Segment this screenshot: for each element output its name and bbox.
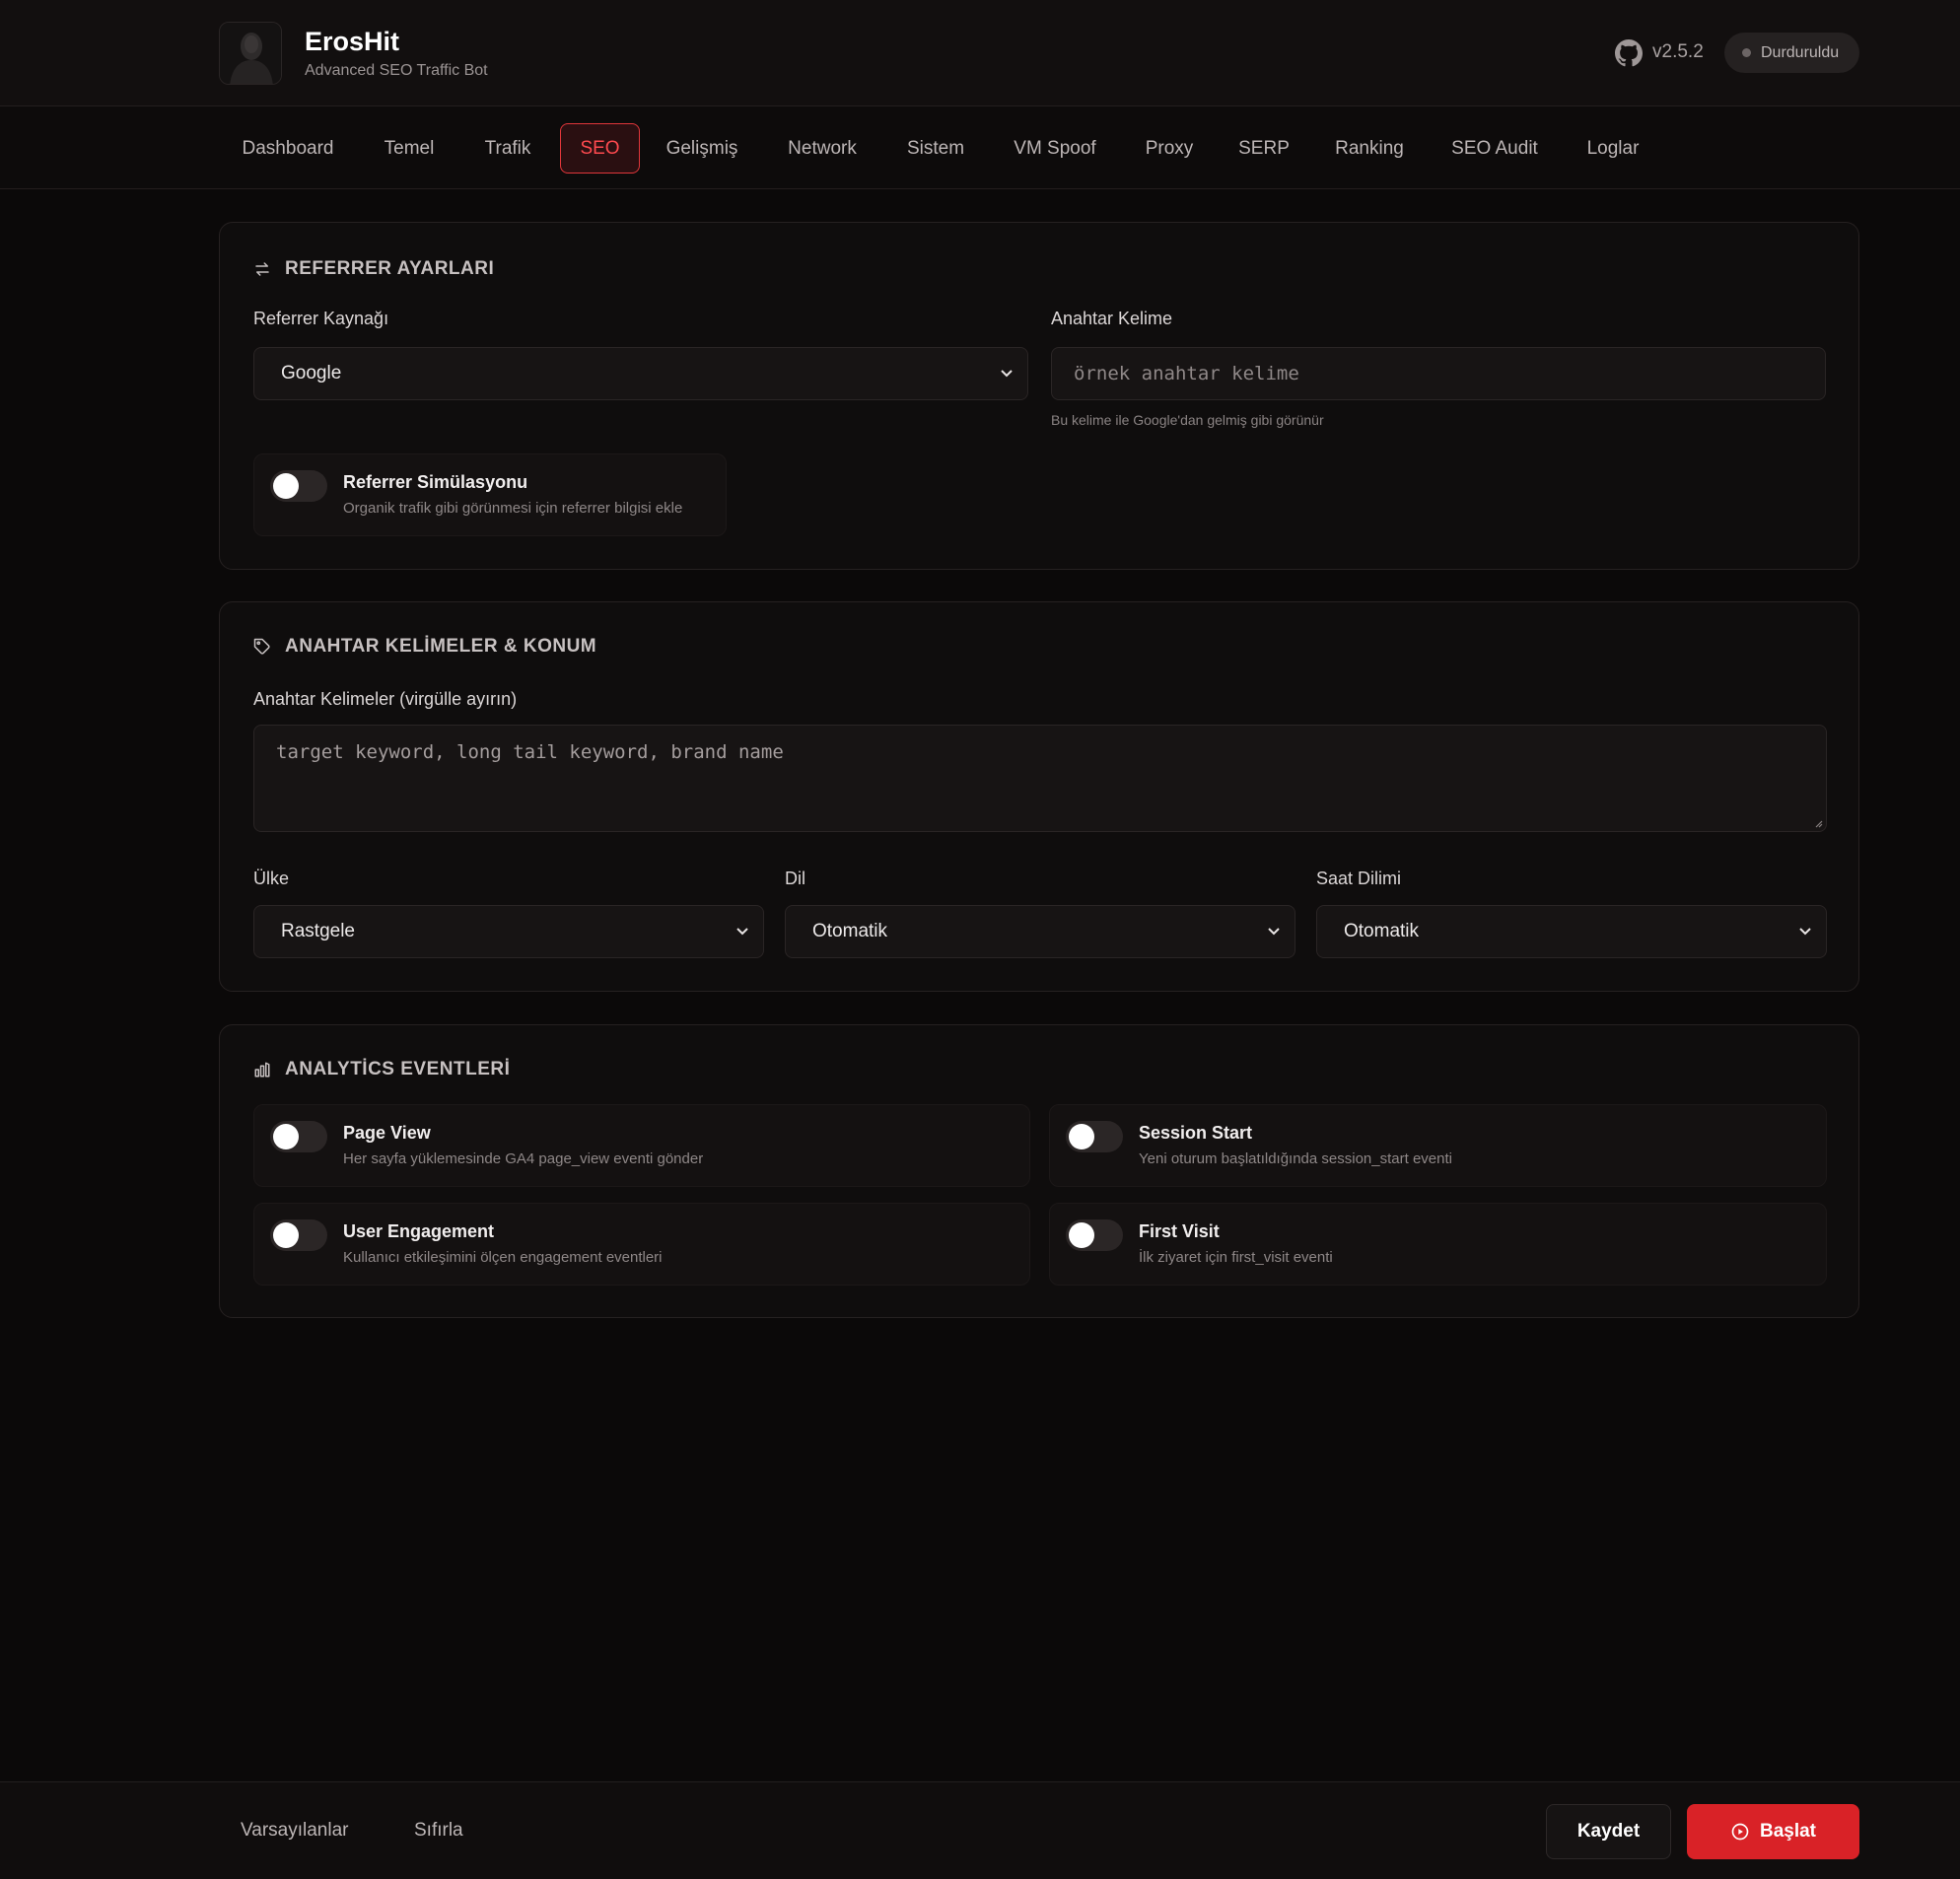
keywords-placeholder: target keyword, long tail keyword, brand… xyxy=(276,741,784,763)
event-page-view-row: Page View Her sayfa yüklemesinde GA4 pag… xyxy=(253,1104,1030,1187)
defaults-button[interactable]: Varsayılanlar xyxy=(241,1820,348,1842)
keywords-textarea[interactable]: target keyword, long tail keyword, brand… xyxy=(253,725,1827,832)
analytics-card-title: ANALYTİCS EVENTLERİ xyxy=(253,1059,510,1080)
tab-seo[interactable]: SEO xyxy=(560,123,640,174)
keywords-location-card: ANAHTAR KELİMELER & KONUM Anahtar Kelime… xyxy=(219,601,1859,992)
referrer-card-title: REFERRER AYARLARI xyxy=(253,258,494,280)
keywords-card-title: ANAHTAR KELİMELER & KONUM xyxy=(253,636,596,658)
chevron-down-icon xyxy=(1799,928,1811,936)
tab-vm-spoof[interactable]: VM Spoof xyxy=(1000,123,1110,174)
analytics-title-text: ANALYTİCS EVENTLERİ xyxy=(285,1059,511,1079)
language-label: Dil xyxy=(785,869,805,888)
reset-button[interactable]: Sıfırla xyxy=(414,1820,463,1842)
start-button-label: Başlat xyxy=(1759,1821,1817,1842)
country-label: Ülke xyxy=(253,869,290,888)
user-engagement-switch[interactable] xyxy=(270,1219,327,1251)
app-logo xyxy=(219,22,282,85)
top-bar: ErosHit Advanced SEO Traffic Bot v2.5.2 … xyxy=(0,0,1960,106)
keywords-title-text: ANAHTAR KELİMELER & KONUM xyxy=(285,636,597,657)
play-circle-icon xyxy=(1731,1823,1749,1841)
switch-knob xyxy=(273,1222,299,1248)
page-view-switch[interactable] xyxy=(270,1121,327,1152)
tab-dashboard[interactable]: Dashboard xyxy=(225,123,351,174)
keyword-input[interactable]: örnek anahtar kelime xyxy=(1051,347,1826,400)
timezone-value: Otomatik xyxy=(1344,921,1420,941)
start-button[interactable]: Başlat xyxy=(1687,1804,1859,1859)
page-view-desc: Her sayfa yüklemesinde GA4 page_view eve… xyxy=(343,1150,704,1167)
referrer-simulation-desc: Organik trafik gibi görünmesi için refer… xyxy=(343,500,683,517)
language-value: Otomatik xyxy=(812,921,888,941)
tab-trafik[interactable]: Trafik xyxy=(467,123,548,174)
referrer-settings-card: REFERRER AYARLARI Referrer Kaynağı Googl… xyxy=(219,222,1859,570)
user-engagement-desc: Kullanıcı etkileşimini ölçen engagement … xyxy=(343,1249,663,1266)
first-visit-switch[interactable] xyxy=(1066,1219,1123,1251)
timezone-select[interactable]: Otomatik xyxy=(1316,905,1827,958)
referrer-simulation-title: Referrer Simülasyonu xyxy=(343,472,528,492)
country-value: Rastgele xyxy=(281,921,355,941)
keywords-label: Anahtar Kelimeler (virgülle ayırın) xyxy=(253,689,518,709)
app-subtitle: Advanced SEO Traffic Bot xyxy=(305,62,488,79)
footer-bar: Varsayılanlar Sıfırla Kaydet Başlat xyxy=(0,1781,1960,1879)
first-visit-title: First Visit xyxy=(1139,1221,1220,1241)
analytics-events-card: ANALYTİCS EVENTLERİ Page View Her sayfa … xyxy=(219,1024,1859,1318)
tab-ranking[interactable]: Ranking xyxy=(1327,123,1412,174)
keyword-hint: Bu kelime ile Google'dan gelmiş gibi gör… xyxy=(1051,412,1324,428)
session-start-switch[interactable] xyxy=(1066,1121,1123,1152)
chevron-down-icon xyxy=(1268,928,1280,936)
app-name: ErosHit xyxy=(305,27,400,56)
tab-seo-audit[interactable]: SEO Audit xyxy=(1439,123,1550,174)
chevron-down-icon xyxy=(736,928,748,936)
bar-chart-icon xyxy=(254,1062,270,1078)
referrer-source-label: Referrer Kaynağı xyxy=(253,309,389,328)
event-first-visit-row: First Visit İlk ziyaret için first_visit… xyxy=(1049,1203,1827,1286)
status-text: Durduruldu xyxy=(1761,43,1840,61)
resize-handle-icon[interactable] xyxy=(1813,818,1823,828)
tag-icon xyxy=(253,638,270,655)
chevron-down-icon xyxy=(1001,370,1013,378)
swap-arrows-icon xyxy=(255,262,269,276)
tab-temel[interactable]: Temel xyxy=(369,123,450,174)
first-visit-desc: İlk ziyaret için first_visit eventi xyxy=(1139,1249,1333,1266)
session-start-desc: Yeni oturum başlatıldığında session_star… xyxy=(1139,1150,1452,1167)
tab-sistem[interactable]: Sistem xyxy=(893,123,978,174)
tab-network[interactable]: Network xyxy=(765,123,879,174)
event-user-engagement-row: User Engagement Kullanıcı etkileşimini ö… xyxy=(253,1203,1030,1286)
switch-knob xyxy=(273,1124,299,1149)
country-select[interactable]: Rastgele xyxy=(253,905,764,958)
keyword-label: Anahtar Kelime xyxy=(1051,309,1173,328)
switch-knob xyxy=(1069,1124,1094,1149)
referrer-source-select[interactable]: Google xyxy=(253,347,1028,400)
referrer-source-value: Google xyxy=(281,363,342,383)
switch-knob xyxy=(273,473,299,499)
tab-serp[interactable]: SERP xyxy=(1230,123,1297,174)
version-label: v2.5.2 xyxy=(1652,41,1704,62)
tab-gelismis[interactable]: Gelişmiş xyxy=(657,123,747,174)
page-view-title: Page View xyxy=(343,1123,431,1143)
nav-bar: Dashboard Temel Trafik SEO Gelişmiş Netw… xyxy=(0,106,1960,189)
referrer-simulation-toggle-row: Referrer Simülasyonu Organik trafik gibi… xyxy=(253,453,727,536)
save-button[interactable]: Kaydet xyxy=(1546,1804,1671,1859)
referrer-title-text: REFERRER AYARLARI xyxy=(285,258,495,279)
tab-proxy[interactable]: Proxy xyxy=(1134,123,1205,174)
referrer-simulation-switch[interactable] xyxy=(270,470,327,502)
timezone-label: Saat Dilimi xyxy=(1316,869,1402,888)
github-icon[interactable] xyxy=(1615,39,1643,67)
session-start-title: Session Start xyxy=(1139,1123,1253,1143)
event-session-start-row: Session Start Yeni oturum başlatıldığınd… xyxy=(1049,1104,1827,1187)
status-dot-icon xyxy=(1742,48,1751,57)
language-select[interactable]: Otomatik xyxy=(785,905,1295,958)
tab-loglar[interactable]: Loglar xyxy=(1577,123,1648,174)
switch-knob xyxy=(1069,1222,1094,1248)
user-engagement-title: User Engagement xyxy=(343,1221,495,1241)
status-badge: Durduruldu xyxy=(1724,33,1859,73)
